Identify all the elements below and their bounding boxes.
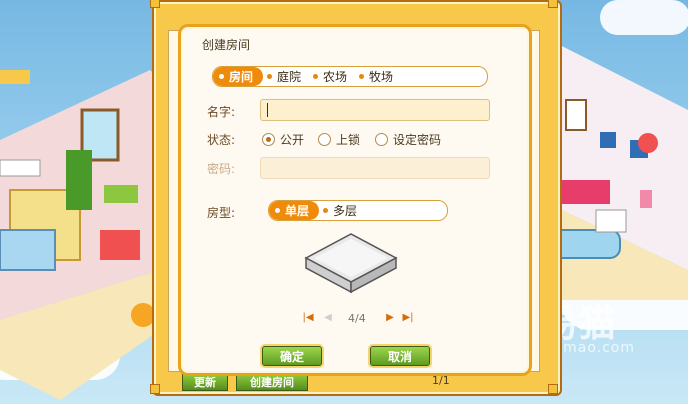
room-type-label: 房型: — [207, 206, 236, 220]
tab-label: 庭院 — [277, 70, 302, 84]
tab-label: 农场 — [323, 70, 348, 84]
status-public-radio[interactable]: 公开 — [262, 131, 304, 148]
radio-label: 上锁 — [336, 133, 361, 147]
name-label: 名字: — [207, 105, 236, 119]
tab-multi-floor[interactable]: 多层 — [319, 201, 365, 220]
frame-corner — [548, 0, 558, 8]
first-page-icon[interactable]: |◀ — [300, 310, 316, 324]
last-page-icon[interactable]: ▶| — [400, 310, 416, 324]
name-input[interactable] — [260, 99, 490, 121]
room-category-tabs: 房间 庭院 农场 牧场 — [212, 66, 488, 87]
room-type-tabs: 单层 多层 — [268, 200, 448, 221]
radio-icon — [262, 133, 275, 146]
tab-single-floor[interactable]: 单层 — [269, 201, 320, 220]
bullet-icon — [219, 74, 224, 79]
status-password-radio[interactable]: 设定密码 — [375, 131, 441, 148]
cancel-button[interactable]: 取消 — [370, 346, 430, 366]
bullet-icon — [313, 74, 319, 79]
tab-farm[interactable]: 农场 — [309, 67, 355, 86]
radio-label: 设定密码 — [393, 133, 442, 147]
room-preview[interactable] — [296, 228, 406, 298]
frame-corner — [548, 384, 558, 394]
password-input[interactable] — [260, 157, 490, 179]
bullet-icon — [323, 208, 329, 213]
frame-corner — [150, 384, 160, 394]
bullet-icon — [267, 74, 273, 79]
tab-room[interactable]: 房间 — [213, 67, 264, 86]
tab-courtyard[interactable]: 庭院 — [263, 67, 309, 86]
tab-label: 单层 — [285, 204, 310, 218]
tab-ranch[interactable]: 牧场 — [355, 67, 401, 86]
status-label: 状态: — [207, 133, 236, 147]
preview-page-indicator: 4/4 — [348, 312, 366, 325]
tab-label: 房间 — [229, 70, 254, 84]
radio-icon — [318, 133, 331, 146]
cloud — [600, 0, 688, 35]
text-cursor — [267, 103, 268, 117]
tab-label: 牧场 — [369, 70, 394, 84]
next-page-icon[interactable]: ▶ — [382, 310, 398, 324]
radio-label: 公开 — [280, 133, 305, 147]
confirm-button[interactable]: 确定 — [262, 346, 322, 366]
prev-page-icon[interactable]: ◀ — [320, 310, 336, 324]
bullet-icon — [359, 74, 365, 79]
radio-icon — [375, 133, 388, 146]
status-locked-radio[interactable]: 上锁 — [318, 131, 360, 148]
frame-corner — [150, 0, 160, 8]
left-room-illustration — [0, 70, 160, 400]
bullet-icon — [275, 208, 280, 213]
password-label: 密码: — [207, 162, 236, 176]
panel-title: 创建房间 — [202, 38, 251, 52]
tab-label: 多层 — [333, 204, 358, 218]
